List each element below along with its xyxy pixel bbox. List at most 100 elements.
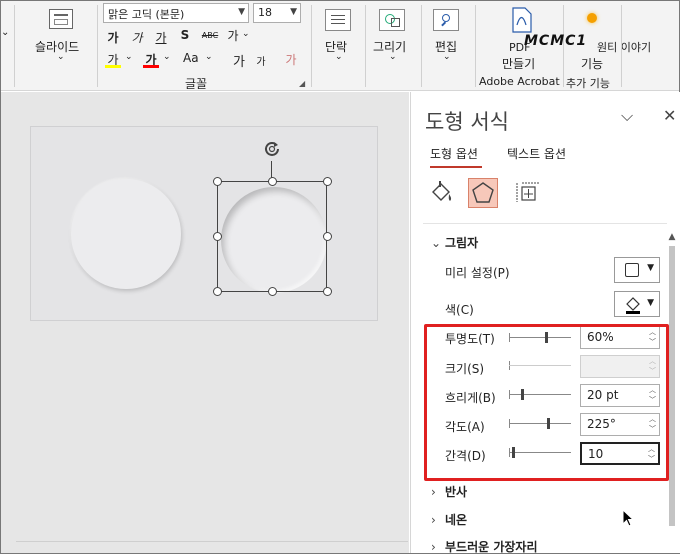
chevron-down-icon: ⌄ (431, 236, 442, 250)
chevron-down-icon: ⌄ (125, 52, 133, 62)
resize-handle-bottom[interactable] (268, 287, 277, 296)
resize-handle-top[interactable] (268, 177, 277, 186)
chevron-right-icon: › (431, 540, 436, 554)
selection-box (217, 181, 327, 292)
paragraph-button[interactable]: 단락 ⌄ (319, 5, 359, 67)
active-tab-underline (430, 166, 482, 168)
watermark-text: MCMC1 (524, 33, 588, 49)
ribbon: ⌄ 슬라이드 ⌄ 맑은 고딕 (본문) ▼ 18 ▼ 가 가 가 S ABC 가… (1, 1, 679, 91)
addin-group-label: 추가 기능 (566, 77, 610, 90)
chevron-down-icon: ▼ (647, 298, 654, 308)
pane-options-chevron-icon[interactable]: ⌵ (621, 106, 633, 126)
clear-formatting-button[interactable]: 가 (283, 51, 299, 68)
paint-bucket-icon (626, 297, 640, 314)
search-icon (433, 9, 459, 31)
font-color-button[interactable]: 가 ⌄ (143, 51, 175, 69)
chevron-down-icon: ⌄ (57, 52, 65, 62)
shadow-color-button[interactable]: ▼ (614, 291, 660, 317)
shadow-section-title: 그림자 (445, 236, 479, 250)
close-icon[interactable]: ✕ (663, 106, 676, 125)
paragraph-icon (325, 9, 351, 31)
grow-font-button[interactable]: 가 (231, 51, 247, 70)
pane-divider (423, 223, 667, 224)
chevron-down-icon: ⌄ (163, 52, 171, 62)
drawing-shapes-icon (379, 9, 405, 31)
editing-button[interactable]: 편집 ⌄ (427, 5, 467, 67)
addin-label-line1: 원티 이야기 (597, 41, 652, 54)
addin-label-line2: 기능 (581, 57, 604, 71)
ribbon-separator (311, 5, 312, 87)
scroll-thumb[interactable] (669, 246, 675, 526)
bold-button[interactable]: 가 (105, 29, 121, 46)
acrobat-group-label: Adobe Acrobat (479, 75, 560, 88)
scroll-up-icon[interactable]: ▲ (665, 232, 679, 242)
font-size-value: 18 (258, 6, 272, 19)
italic-button[interactable]: 가 (129, 29, 145, 46)
font-size-select[interactable]: 18 ▼ (253, 3, 301, 23)
shadow-preset-button[interactable]: ▼ (614, 257, 660, 283)
canvas-bottom-divider (16, 541, 408, 542)
strikethrough-button[interactable]: ABC (199, 31, 221, 40)
fill-line-icon[interactable] (427, 178, 457, 208)
chevron-right-icon: › (431, 513, 436, 527)
soft-edges-section-title: 부드러운 가장자리 (445, 540, 538, 554)
ribbon-scroll-left-icon[interactable]: ⌄ (1, 27, 9, 38)
char-spacing-button[interactable]: 가 (225, 27, 241, 44)
slide-layout-button[interactable]: 슬라이드 ⌄ (31, 5, 91, 65)
color-label: 색(C) (445, 303, 474, 317)
ribbon-separator (421, 5, 422, 87)
soft-edges-section-header[interactable]: › 부드러운 가장자리 (431, 538, 538, 554)
addin-icon (587, 13, 597, 23)
resize-handle-bottom-right[interactable] (323, 287, 332, 296)
tab-shape-options[interactable]: 도형 옵션 (430, 145, 478, 162)
resize-handle-top-right[interactable] (323, 177, 332, 186)
font-family-value: 맑은 고딕 (본문) (108, 8, 185, 21)
ribbon-separator (14, 5, 15, 87)
underline-button[interactable]: 가 (153, 29, 169, 46)
rotate-handle-icon[interactable] (262, 139, 282, 159)
shadow-section-header[interactable]: ⌄ 그림자 (431, 234, 478, 251)
slide[interactable] (30, 126, 378, 321)
chevron-down-icon: ⌄ (389, 52, 397, 62)
circle-shape[interactable] (71, 179, 181, 289)
resize-handle-left[interactable] (213, 232, 222, 241)
resize-handle-right[interactable] (323, 232, 332, 241)
size-properties-icon[interactable] (513, 178, 543, 208)
chevron-down-icon: ▼ (290, 7, 297, 17)
glow-section-title: 네온 (445, 513, 468, 527)
change-case-label: Aa (183, 51, 199, 65)
mouse-cursor-icon (622, 509, 635, 527)
highlight-swatch (105, 65, 121, 68)
create-pdf-label-line2: 만들기 (502, 57, 536, 71)
ribbon-separator (365, 5, 366, 87)
reflection-section-title: 반사 (445, 485, 468, 499)
font-family-select[interactable]: 맑은 고딕 (본문) ▼ (103, 3, 249, 23)
ribbon-separator (621, 5, 622, 87)
shadow-text-button[interactable]: S (177, 28, 193, 42)
chevron-down-icon: ⌄ (443, 52, 451, 62)
shrink-font-button[interactable]: 가 (253, 53, 269, 68)
preset-shape-icon (625, 263, 639, 277)
pane-title: 도형 서식 (425, 110, 509, 134)
font-dialog-launcher-icon[interactable]: ◢ (299, 79, 305, 88)
chevron-down-icon: ⌄ (205, 52, 213, 62)
chevron-right-icon: › (431, 485, 436, 499)
ribbon-separator (475, 5, 476, 87)
reflection-section-header[interactable]: › 반사 (431, 483, 467, 500)
chevron-down-icon: ⌄ (242, 29, 250, 39)
chevron-down-icon: ▼ (647, 263, 654, 273)
pentagon-icon (472, 182, 494, 203)
change-case-button[interactable]: Aa ⌄ (183, 51, 219, 69)
resize-handle-bottom-left[interactable] (213, 287, 222, 296)
tab-text-options[interactable]: 텍스트 옵션 (507, 145, 566, 162)
ribbon-separator (97, 5, 98, 87)
glow-section-header[interactable]: › 네온 (431, 511, 467, 528)
slide-layout-icon (49, 9, 73, 29)
format-shape-pane: 도형 서식 ⌵ ✕ 도형 옵션 텍스트 옵션 ▲ ⌄ 그림자 미리 설정(P) ▼… (410, 92, 680, 554)
font-color-swatch (143, 65, 159, 68)
effects-icon[interactable] (468, 178, 498, 208)
highlight-color-button[interactable]: 가 ⌄ (105, 51, 137, 69)
chevron-down-icon: ▼ (238, 7, 245, 17)
drawing-button[interactable]: 그리기 ⌄ (371, 5, 415, 67)
resize-handle-top-left[interactable] (213, 177, 222, 186)
